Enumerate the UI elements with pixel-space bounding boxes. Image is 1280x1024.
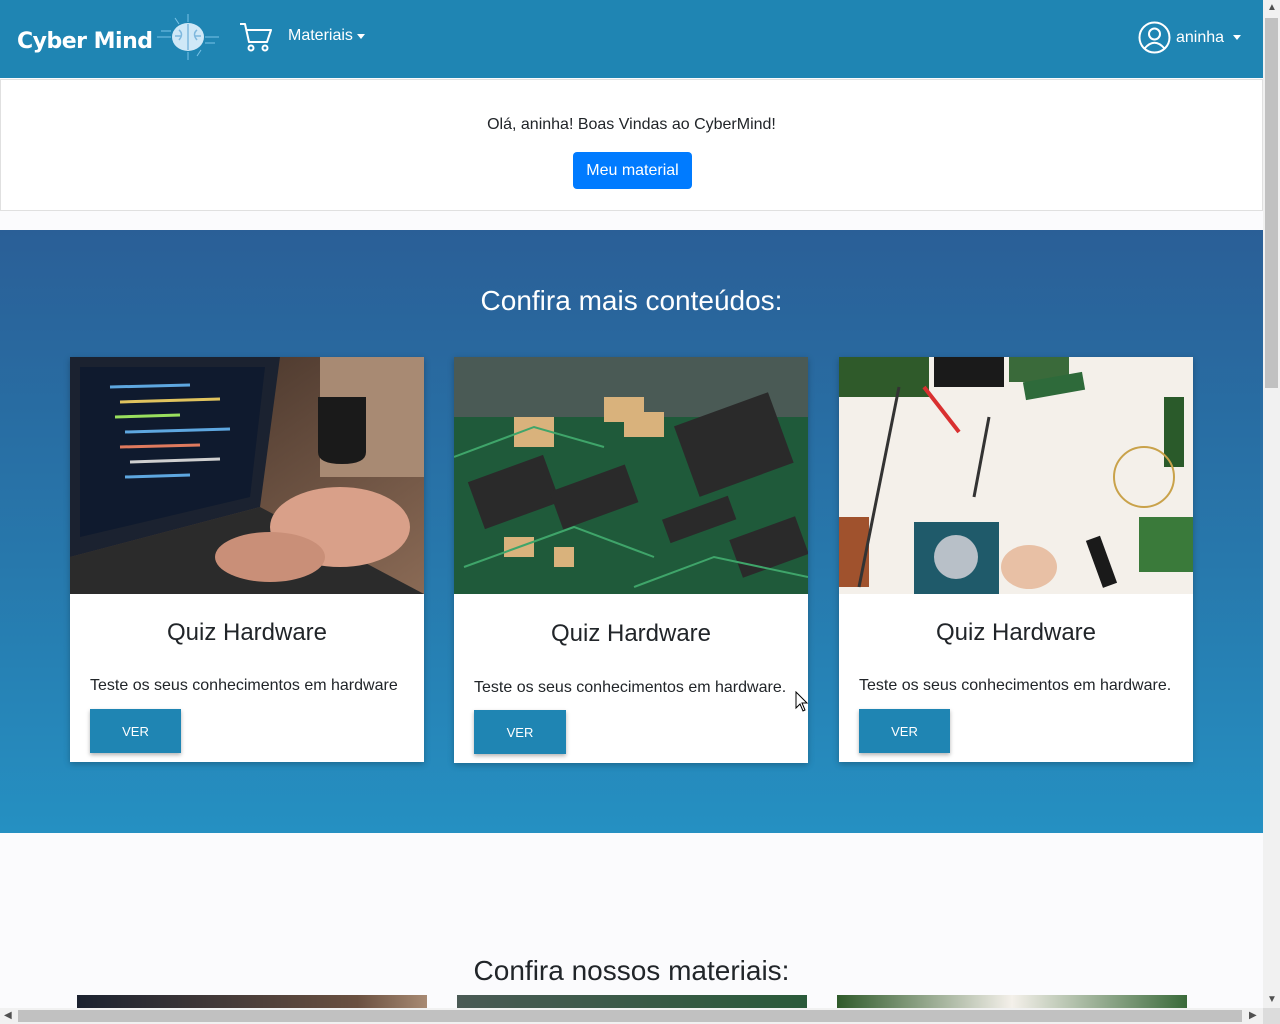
user-menu[interactable]: aninha xyxy=(1138,21,1242,54)
welcome-message: Olá, aninha! Boas Vindas ao CyberMind! xyxy=(487,116,776,133)
material-card-image xyxy=(77,995,427,1009)
more-content-section: Confira mais conteúdos: Quiz Hardware Te… xyxy=(0,230,1263,833)
chevron-down-icon xyxy=(356,33,365,39)
scroll-left-icon[interactable]: ◀ xyxy=(4,1010,12,1021)
my-material-button[interactable]: Meu material xyxy=(573,152,692,189)
card-title: Quiz Hardware xyxy=(935,619,1097,646)
card-description: Teste os seus conhecimentos em hardware xyxy=(90,677,398,694)
user-circle-icon xyxy=(1138,21,1171,54)
vertical-scroll-thumb[interactable] xyxy=(1265,18,1278,388)
materials-section-title: Confira nossos materiais: xyxy=(473,955,790,986)
chevron-down-icon xyxy=(1233,35,1242,40)
view-button[interactable]: VER xyxy=(474,710,566,754)
view-button[interactable]: VER xyxy=(859,709,950,753)
circuit-board-image xyxy=(454,357,808,594)
material-card-image xyxy=(837,995,1187,1009)
section-title: Confira mais conteúdos: xyxy=(480,285,783,316)
horizontal-scroll-thumb[interactable] xyxy=(18,1010,1242,1022)
welcome-card: Olá, aninha! Boas Vindas ao CyberMind! M… xyxy=(0,79,1263,211)
card-title: Quiz Hardware xyxy=(166,619,328,646)
scrollbar-corner xyxy=(1263,1008,1280,1024)
content-card: Quiz Hardware Teste os seus conhecimento… xyxy=(839,357,1193,762)
scroll-down-icon[interactable]: ▼ xyxy=(1267,994,1277,1005)
content-card: Quiz Hardware Teste os seus conhecimento… xyxy=(454,357,808,763)
vertical-scrollbar[interactable]: ▲ ▼ xyxy=(1263,0,1280,1008)
hardware-parts-image xyxy=(839,357,1193,594)
brand-name: Cyber Mind xyxy=(17,28,153,54)
card-description: Teste os seus conhecimentos em hardware. xyxy=(474,679,787,696)
brand-logo[interactable]: Cyber Mind xyxy=(17,14,219,60)
materials-menu-label: Materiais xyxy=(288,27,353,44)
content-card: Quiz Hardware Teste os seus conhecimento… xyxy=(70,357,424,762)
mouse-cursor-icon xyxy=(795,691,809,712)
brain-icon xyxy=(156,14,219,60)
card-description: Teste os seus conhecimentos em hardware. xyxy=(859,677,1172,694)
username: aninha xyxy=(1176,28,1225,46)
materials-dropdown[interactable]: Materiais xyxy=(288,27,365,45)
horizontal-scrollbar[interactable]: ◀ ▶ xyxy=(0,1008,1263,1024)
view-button[interactable]: VER xyxy=(90,709,181,753)
card-title: Quiz Hardware xyxy=(550,620,712,647)
navbar: Cyber Mind Materiais aninha xyxy=(0,0,1263,78)
laptop-image xyxy=(70,357,424,594)
material-card-image xyxy=(457,995,807,1009)
cart-icon[interactable] xyxy=(239,21,273,53)
scroll-right-icon[interactable]: ▶ xyxy=(1249,1010,1257,1021)
scroll-up-icon[interactable]: ▲ xyxy=(1267,2,1277,13)
